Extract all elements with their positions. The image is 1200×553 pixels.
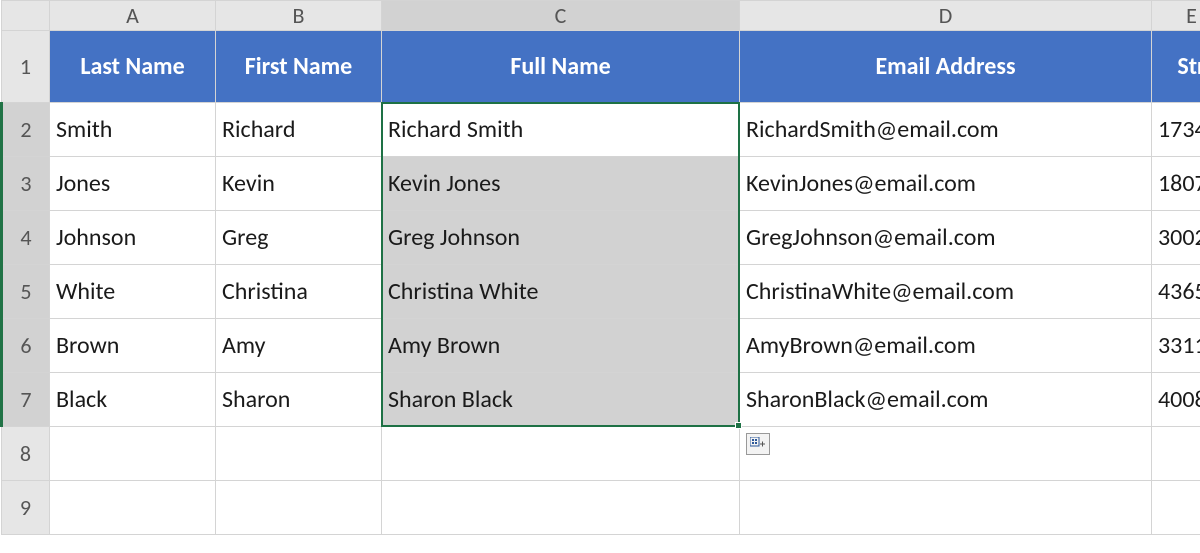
- cell-A8[interactable]: [50, 427, 216, 481]
- cell-B6[interactable]: Amy: [216, 319, 382, 373]
- row-header-5[interactable]: 5: [2, 265, 50, 319]
- cell-D3[interactable]: KevinJones@email.com: [740, 157, 1152, 211]
- cell-C6[interactable]: Amy Brown: [382, 319, 740, 373]
- cell-D5[interactable]: ChristinaWhite@email.com: [740, 265, 1152, 319]
- cell-B5[interactable]: Christina: [216, 265, 382, 319]
- row-header-8[interactable]: 8: [2, 427, 50, 481]
- cell-C1[interactable]: Full Name: [382, 31, 740, 103]
- cell-E1[interactable]: Str: [1152, 31, 1200, 103]
- row-header-9[interactable]: 9: [2, 481, 50, 535]
- autofill-options-button[interactable]: [746, 433, 770, 455]
- cell-B8[interactable]: [216, 427, 382, 481]
- cell-A6[interactable]: Brown: [50, 319, 216, 373]
- cell-C9[interactable]: [382, 481, 740, 535]
- cell-A5[interactable]: White: [50, 265, 216, 319]
- select-all-corner[interactable]: [2, 1, 50, 31]
- cell-E9[interactable]: [1152, 481, 1200, 535]
- cell-C5[interactable]: Christina White: [382, 265, 740, 319]
- cell-C4[interactable]: Greg Johnson: [382, 211, 740, 265]
- cell-B7[interactable]: Sharon: [216, 373, 382, 427]
- cell-E7[interactable]: 4008: [1152, 373, 1200, 427]
- cell-D6[interactable]: AmyBrown@email.com: [740, 319, 1152, 373]
- cell-C2[interactable]: Richard Smith: [382, 103, 740, 157]
- cell-E6[interactable]: 3311: [1152, 319, 1200, 373]
- cell-D1[interactable]: Email Address: [740, 31, 1152, 103]
- col-header-C[interactable]: C: [382, 1, 740, 31]
- cell-C7[interactable]: Sharon Black: [382, 373, 740, 427]
- col-header-A[interactable]: A: [50, 1, 216, 31]
- col-header-E[interactable]: E: [1152, 1, 1200, 31]
- cell-A1[interactable]: Last Name: [50, 31, 216, 103]
- cell-D4[interactable]: GregJohnson@email.com: [740, 211, 1152, 265]
- row-header-2[interactable]: 2: [2, 103, 50, 157]
- spreadsheet-grid[interactable]: A B C D E 1 Last Name First Name Full Na…: [0, 0, 1200, 535]
- cell-B2[interactable]: Richard: [216, 103, 382, 157]
- row-header-1[interactable]: 1: [2, 31, 50, 103]
- cell-C8[interactable]: [382, 427, 740, 481]
- cell-C3[interactable]: Kevin Jones: [382, 157, 740, 211]
- row-header-7[interactable]: 7: [2, 373, 50, 427]
- col-header-B[interactable]: B: [216, 1, 382, 31]
- cell-E5[interactable]: 4365: [1152, 265, 1200, 319]
- cell-A7[interactable]: Black: [50, 373, 216, 427]
- cell-B1[interactable]: First Name: [216, 31, 382, 103]
- autofill-options-icon: [750, 437, 766, 451]
- cell-E2[interactable]: 1734: [1152, 103, 1200, 157]
- cell-A2[interactable]: Smith: [50, 103, 216, 157]
- cell-E4[interactable]: 3002: [1152, 211, 1200, 265]
- cell-E3[interactable]: 1807: [1152, 157, 1200, 211]
- cell-E8[interactable]: [1152, 427, 1200, 481]
- col-header-D[interactable]: D: [740, 1, 1152, 31]
- cell-D8[interactable]: [740, 427, 1152, 481]
- row-header-4[interactable]: 4: [2, 211, 50, 265]
- cell-A3[interactable]: Jones: [50, 157, 216, 211]
- row-header-3[interactable]: 3: [2, 157, 50, 211]
- cell-B9[interactable]: [216, 481, 382, 535]
- cell-D2[interactable]: RichardSmith@email.com: [740, 103, 1152, 157]
- cell-A9[interactable]: [50, 481, 216, 535]
- cell-B3[interactable]: Kevin: [216, 157, 382, 211]
- row-header-6[interactable]: 6: [2, 319, 50, 373]
- cell-B4[interactable]: Greg: [216, 211, 382, 265]
- cell-D9[interactable]: [740, 481, 1152, 535]
- cell-A4[interactable]: Johnson: [50, 211, 216, 265]
- cell-D7[interactable]: SharonBlack@email.com: [740, 373, 1152, 427]
